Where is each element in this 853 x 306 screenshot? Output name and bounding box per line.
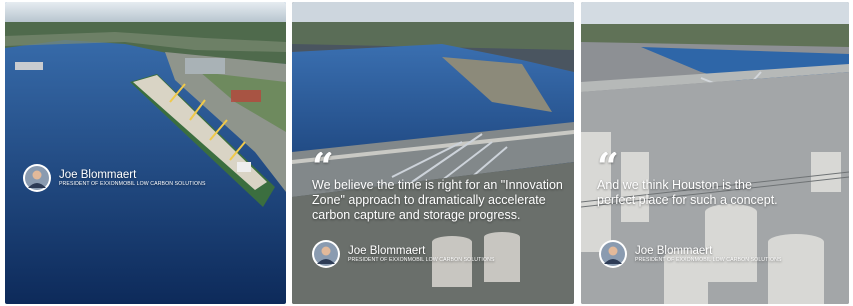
speaker-name: Joe Blommaert bbox=[59, 168, 137, 181]
quote-text: We believe the time is right for an "Inn… bbox=[312, 178, 563, 222]
avatar bbox=[312, 240, 340, 268]
speaker-title: PRESIDENT OF EXXONMOBIL LOW CARBON SOLUT… bbox=[348, 256, 495, 263]
speaker-byline: Joe Blommaert PRESIDENT OF EXXONMOBIL LO… bbox=[599, 240, 782, 268]
speaker-byline: Joe Blommaert PRESIDENT OF EXXONMOBIL LO… bbox=[312, 240, 495, 268]
quote-icon: “ bbox=[312, 152, 334, 178]
story-panel-2[interactable]: “ We believe the time is right for an "I… bbox=[292, 2, 574, 304]
quote-icon: “ bbox=[597, 152, 619, 178]
speaker-byline: Joe Blommaert PRESIDENT OF EXXONMOBIL LO… bbox=[23, 164, 206, 192]
speaker-name: Joe Blommaert bbox=[635, 244, 713, 257]
speaker-title: PRESIDENT OF EXXONMOBIL LOW CARBON SOLUT… bbox=[635, 256, 782, 263]
story-panel-3[interactable]: “ And we think Houston is the perfect pl… bbox=[581, 2, 849, 304]
avatar bbox=[599, 240, 627, 268]
quote-text: And we think Houston is the perfect plac… bbox=[597, 178, 778, 207]
aerial-port-photo bbox=[5, 2, 286, 304]
speaker-name: Joe Blommaert bbox=[348, 244, 426, 257]
speaker-title: PRESIDENT OF EXXONMOBIL LOW CARBON SOLUT… bbox=[59, 180, 206, 187]
avatar bbox=[23, 164, 51, 192]
story-panel-1[interactable]: Joe Blommaert PRESIDENT OF EXXONMOBIL LO… bbox=[5, 2, 286, 304]
